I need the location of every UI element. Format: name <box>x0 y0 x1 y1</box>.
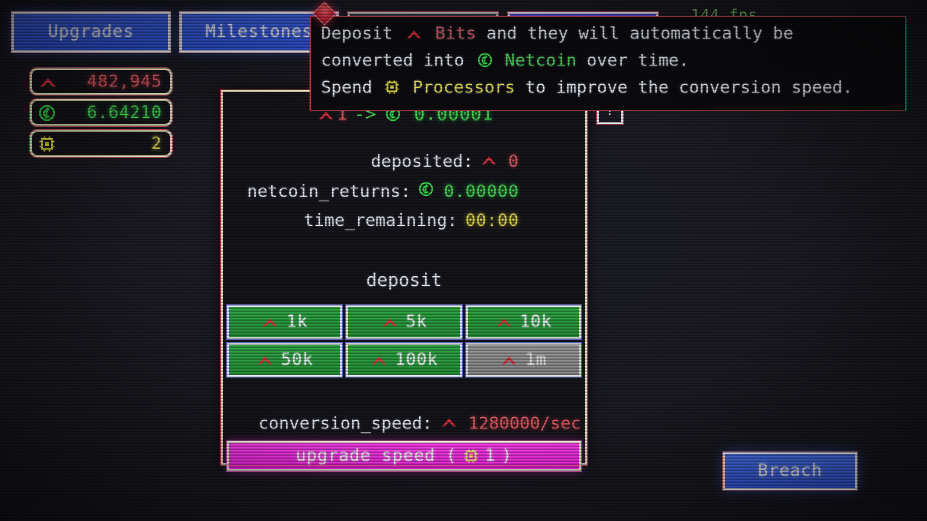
stat-netcoin-returns-value: 0.00000 <box>443 181 519 202</box>
tooltip-line-2-a: converted into <box>321 51 475 71</box>
conversion-speed-label: conversion_speed: <box>258 414 433 434</box>
tooltip-line-1-a: Deposit <box>321 24 403 44</box>
tooltip-line-2: converted into Netcoin over time. <box>321 49 895 76</box>
stat-netcoin-returns: netcoin_returns: 0.00000 <box>223 181 519 202</box>
caret-icon <box>256 353 274 367</box>
caret-icon <box>440 414 458 434</box>
tab-upgrades-label: Upgrades <box>48 22 134 42</box>
netcoin-icon <box>418 181 434 202</box>
resource-processor-value: 2 <box>151 133 162 154</box>
resource-list: 482,945 6.64210 2 <box>29 67 173 158</box>
caret-icon <box>495 315 513 329</box>
netcoin-icon <box>38 104 56 122</box>
conversion-speed-row: conversion_speed: 1280000/sec <box>223 414 585 434</box>
caret-icon <box>370 353 388 367</box>
tooltip-line-3-a: Spend <box>321 78 383 98</box>
game-screen: Upgrades Milestones 144 fps 482,945 6.64… <box>0 0 927 521</box>
processor-icon <box>384 78 400 103</box>
upgrade-speed-button[interactable]: upgrade speed ( 1) <box>226 440 582 472</box>
processor-icon <box>463 448 479 464</box>
netcoin-icon <box>477 51 493 76</box>
caret-icon <box>261 315 279 329</box>
processor-icon <box>38 135 56 153</box>
resource-netcoin-value: 6.64210 <box>86 102 162 123</box>
tooltip-line-3: Spend Processors to improve the conversi… <box>321 76 895 103</box>
deposit-button-10k-label: 10k <box>519 312 552 332</box>
stat-netcoin-returns-label: netcoin_returns: <box>247 181 411 202</box>
upgrade-speed-prefix: upgrade speed ( <box>295 446 457 466</box>
tooltip-word-bits: Bits <box>435 24 477 44</box>
caret-icon <box>480 152 498 172</box>
tooltip-line-3-b: to improve the conversion speed. <box>515 78 853 98</box>
tab-milestones-label: Milestones <box>205 22 313 42</box>
deposit-button-10k[interactable]: 10k <box>464 304 583 340</box>
upgrade-speed-cost: 1 <box>484 446 496 466</box>
conversion-speed-value: 1280000/sec <box>468 414 581 434</box>
caret-icon <box>500 353 518 367</box>
upgrade-speed-suffix: ) <box>501 446 513 466</box>
caret-icon <box>38 74 58 90</box>
deposit-button-1m: 1m <box>464 342 583 378</box>
tooltip-popup: Deposit Bits and they will automatically… <box>310 16 906 111</box>
deposit-button-1m-label: 1m <box>525 350 547 370</box>
tab-upgrades[interactable]: Upgrades <box>11 11 171 53</box>
deposit-button-50k-label: 50k <box>281 350 314 370</box>
breach-button-label: Breach <box>757 461 823 481</box>
caret-icon <box>381 315 399 329</box>
stat-deposited-label: deposited: <box>370 152 474 172</box>
tooltip-word-netcoin: Netcoin <box>504 51 577 71</box>
resource-netcoin: 6.64210 <box>29 98 173 127</box>
stat-deposited-value: 0 <box>508 152 519 172</box>
stat-deposited: deposited: 0 <box>223 152 519 172</box>
deposit-section-label: deposit <box>366 270 442 291</box>
deposit-button-5k-label: 5k <box>405 312 428 332</box>
deposit-button-100k-label: 100k <box>395 350 438 370</box>
stat-time-remaining: time_remaining: 00:00 <box>223 211 519 231</box>
resource-bits-value: 482,945 <box>86 71 162 92</box>
deposit-button-1k[interactable]: 1k <box>225 304 344 340</box>
stat-time-remaining-label: time_remaining: <box>303 211 458 231</box>
tooltip-line-2-b: over time. <box>576 51 690 71</box>
tooltip-line-1: Deposit Bits and they will automatically… <box>321 22 895 49</box>
resource-processor: 2 <box>29 129 173 158</box>
caret-icon <box>405 24 423 49</box>
resource-bits: 482,945 <box>29 67 173 96</box>
breach-button[interactable]: Breach <box>722 451 858 491</box>
deposit-button-1k-label: 1k <box>286 312 308 332</box>
stats-list: deposited: 0 netcoin_returns: 0.00000 ti… <box>223 152 585 231</box>
deposit-button-50k[interactable]: 50k <box>225 342 344 378</box>
deposit-button-5k[interactable]: 5k <box>345 304 463 340</box>
tooltip-word-processors: Processors <box>412 78 516 98</box>
stat-time-remaining-value: 00:00 <box>465 211 519 231</box>
deposit-button-100k[interactable]: 100k <box>345 342 463 378</box>
tooltip-line-1-b: and they will automatically be <box>476 24 794 44</box>
deposit-button-grid: 1k 5k 10k 50k 100k 1m <box>223 304 585 378</box>
deposit-panel: 1 -> 0.00001 deposited: 0 netcoin_return… <box>220 89 588 472</box>
